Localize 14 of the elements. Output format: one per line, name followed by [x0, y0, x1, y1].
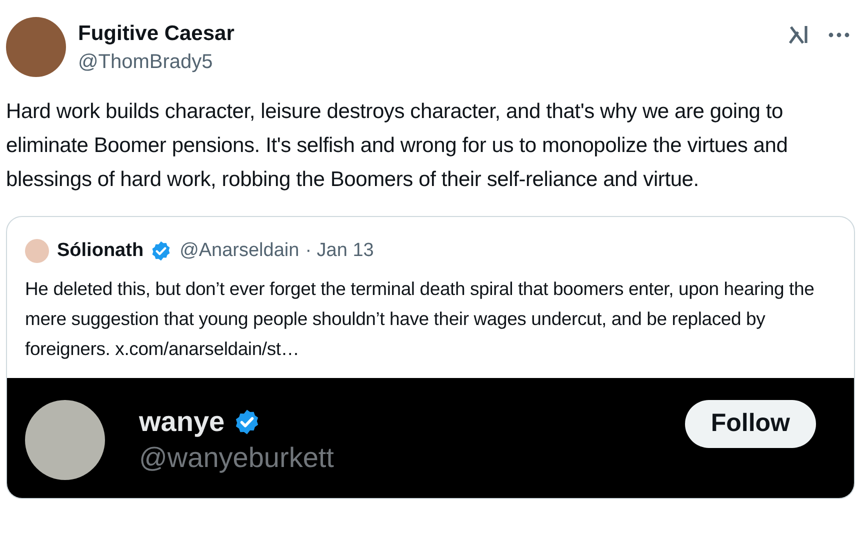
avatar: [25, 239, 49, 264]
post-text: Hard work builds character, leisure destroys character, and that's why we are going to eliminate Boomer pensions. It's selfish and wrong for us to monopolize the virtues and blessings of hard work, robbing the Boomers of their self-reliance and virtue.: [6, 99, 789, 193]
quote-text: He deleted this, but don’t ever forget the terminal death spiral that boomers enter, upon hearing the mere suggestion that young people shouldn’t have their wages undercut, and be replaced by foreigners. x.com/anarseldain/st…: [25, 276, 816, 361]
quoted-post-card[interactable]: [6, 216, 855, 498]
more-options-icon[interactable]: [827, 31, 851, 39]
follow-button: Follow: [684, 400, 816, 448]
author-handle[interactable]: @ThomBrady5: [78, 48, 234, 76]
embedded-author-name: wanye: [139, 404, 225, 439]
quote-date: · Jan 13: [305, 239, 374, 263]
quote-author-name: Sólionath: [57, 239, 144, 263]
author-name[interactable]: Fugitive Caesar: [78, 20, 234, 48]
quote-author-handle: @Anarseldain: [180, 239, 300, 263]
embedded-author-handle: @wanyeburkett: [139, 440, 334, 475]
link[interactable]: x.com/anarseldain/st…: [115, 338, 300, 358]
